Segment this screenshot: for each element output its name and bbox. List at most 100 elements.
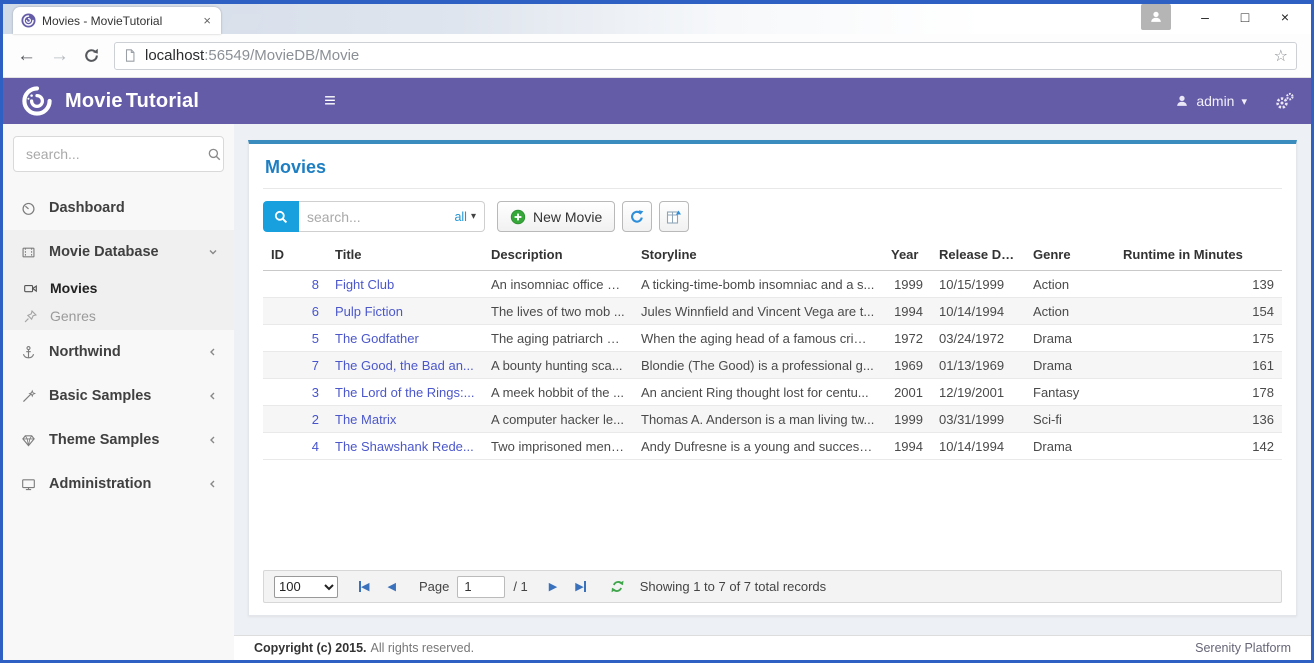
anchor-icon [21,345,36,360]
quick-filter-dropdown[interactable]: all ▾ [454,210,476,224]
cell-description: A computer hacker le... [483,406,633,433]
movie-title-link[interactable]: The Lord of the Rings:... [335,385,474,400]
sidebar-item-theme-samples[interactable]: Theme Samples [3,418,234,462]
plus-circle-icon [510,209,526,225]
sidebar-search[interactable] [13,136,224,172]
grid-search-button[interactable] [263,201,299,232]
profile-button[interactable] [1141,4,1171,30]
cell-release_date: 10/14/1994 [931,298,1025,325]
back-button[interactable]: ← [17,46,36,65]
cell-year: 1999 [883,271,931,298]
browser-tab[interactable]: Movies - MovieTutorial × [13,7,221,34]
cell-id: 8 [263,271,327,298]
sidebar-item-basic-samples[interactable]: Basic Samples [3,374,234,418]
cell-runtime: 154 [1115,298,1282,325]
desktop-icon [21,477,36,492]
cell-title[interactable]: The Good, the Bad an... [327,352,483,379]
movies-panel: Movies [248,140,1297,616]
url-bar[interactable]: localhost:56549/MovieDB/Movie ☆ [114,42,1297,70]
url-path: :56549/MovieDB/Movie [204,47,359,64]
sidebar-item-administration[interactable]: Administration [3,462,234,506]
movie-title-link[interactable]: Pulp Fiction [335,304,403,319]
tab-close-icon[interactable]: × [201,13,213,28]
copyright-strong: Copyright (c) 2015. [254,641,367,655]
new-tab-button[interactable] [225,14,262,30]
previous-page-button[interactable]: ◀ [382,580,400,593]
chevron-left-icon [208,347,218,357]
cell-id: 5 [263,325,327,352]
next-page-button[interactable]: ▶ [544,580,562,593]
chevron-left-icon [208,435,218,445]
first-page-button[interactable]: ◀ [354,580,374,593]
grid-header-row: IDTitleDescriptionStorylineYearRelease D… [263,240,1282,271]
platform-label: Serenity Platform [1195,641,1291,655]
movie-title-link[interactable]: The Godfather [335,331,419,346]
column-header[interactable]: Genre [1025,240,1115,271]
sidebar-item-genres[interactable]: Genres [3,302,234,330]
wand-icon [21,389,36,404]
column-header[interactable]: Year [883,240,931,271]
sidebar-item-northwind[interactable]: Northwind [3,330,234,374]
app-footer: Copyright (c) 2015. All rights reserved.… [234,635,1311,660]
sidebar-item-dashboard[interactable]: Dashboard [3,186,234,230]
sidebar-item-movies[interactable]: Movies [3,274,234,302]
column-header[interactable]: Runtime in Minutes [1115,240,1282,271]
cell-release_date: 01/13/1969 [931,352,1025,379]
column-header[interactable]: Storyline [633,240,883,271]
username: admin [1196,93,1234,109]
user-menu[interactable]: admin ▾ [1175,93,1247,109]
column-header[interactable]: Title [327,240,483,271]
close-button[interactable]: × [1265,6,1305,28]
movie-title-link[interactable]: The Matrix [335,412,396,427]
movie-title-link[interactable]: The Good, the Bad an... [335,358,474,373]
minimize-button[interactable]: – [1185,6,1225,28]
cell-title[interactable]: The Shawshank Rede... [327,433,483,460]
column-header[interactable]: Description [483,240,633,271]
last-page-button[interactable]: ▶ [570,580,590,593]
cell-genre: Drama [1025,433,1115,460]
sidebar-search-input[interactable] [26,146,207,162]
cell-title[interactable]: Fight Club [327,271,483,298]
movie-title-link[interactable]: Fight Club [335,277,394,292]
records-status: Showing 1 to 7 of 7 total records [640,579,826,594]
browser-toolbar: ← → localhost:56549/MovieDB/Movie ☆ [3,34,1311,78]
new-movie-button[interactable]: New Movie [497,201,615,232]
cell-title[interactable]: Pulp Fiction [327,298,483,325]
bookmark-star-icon[interactable]: ☆ [1274,46,1288,66]
table-row: 8Fight ClubAn insomniac office w...A tic… [263,271,1282,298]
sidebar-toggle-icon[interactable]: ≡ [324,90,336,113]
cell-id: 3 [263,379,327,406]
page-size-select[interactable]: 100 [274,576,338,598]
cell-title[interactable]: The Godfather [327,325,483,352]
table-row: 4The Shawshank Rede...Two imprisoned men… [263,433,1282,460]
table-row: 2The MatrixA computer hacker le...Thomas… [263,406,1282,433]
maximize-button[interactable]: □ [1225,6,1265,28]
cell-runtime: 142 [1115,433,1282,460]
column-header[interactable]: Release Da... [931,240,1025,271]
cell-title[interactable]: The Matrix [327,406,483,433]
cell-release_date: 03/31/1999 [931,406,1025,433]
table-row: 3The Lord of the Rings:...A meek hobbit … [263,379,1282,406]
page-count: / 1 [513,579,527,594]
column-picker-button[interactable] [659,201,689,232]
movie-title-link[interactable]: The Shawshank Rede... [335,439,474,454]
settings-gears-icon[interactable] [1273,92,1295,110]
refresh-grid-button[interactable] [622,201,652,232]
page-label: Page [419,579,449,594]
url-host: localhost [145,47,204,64]
refresh-icon [629,209,645,225]
cell-release_date: 10/14/1994 [931,433,1025,460]
title-divider [263,188,1282,189]
cell-id: 4 [263,433,327,460]
cell-title[interactable]: The Lord of the Rings:... [327,379,483,406]
cell-id: 2 [263,406,327,433]
grid-search-input[interactable] [307,209,412,225]
reload-records-icon[interactable] [609,578,626,595]
sidebar-item-movie-database[interactable]: Movie Database [3,230,234,274]
sidebar: Dashboard Movie Database [3,124,234,660]
page-number-input[interactable] [457,576,505,598]
column-header[interactable]: ID [263,240,327,271]
forward-button[interactable]: → [50,46,69,65]
cell-year: 1972 [883,325,931,352]
refresh-button[interactable] [83,47,100,64]
